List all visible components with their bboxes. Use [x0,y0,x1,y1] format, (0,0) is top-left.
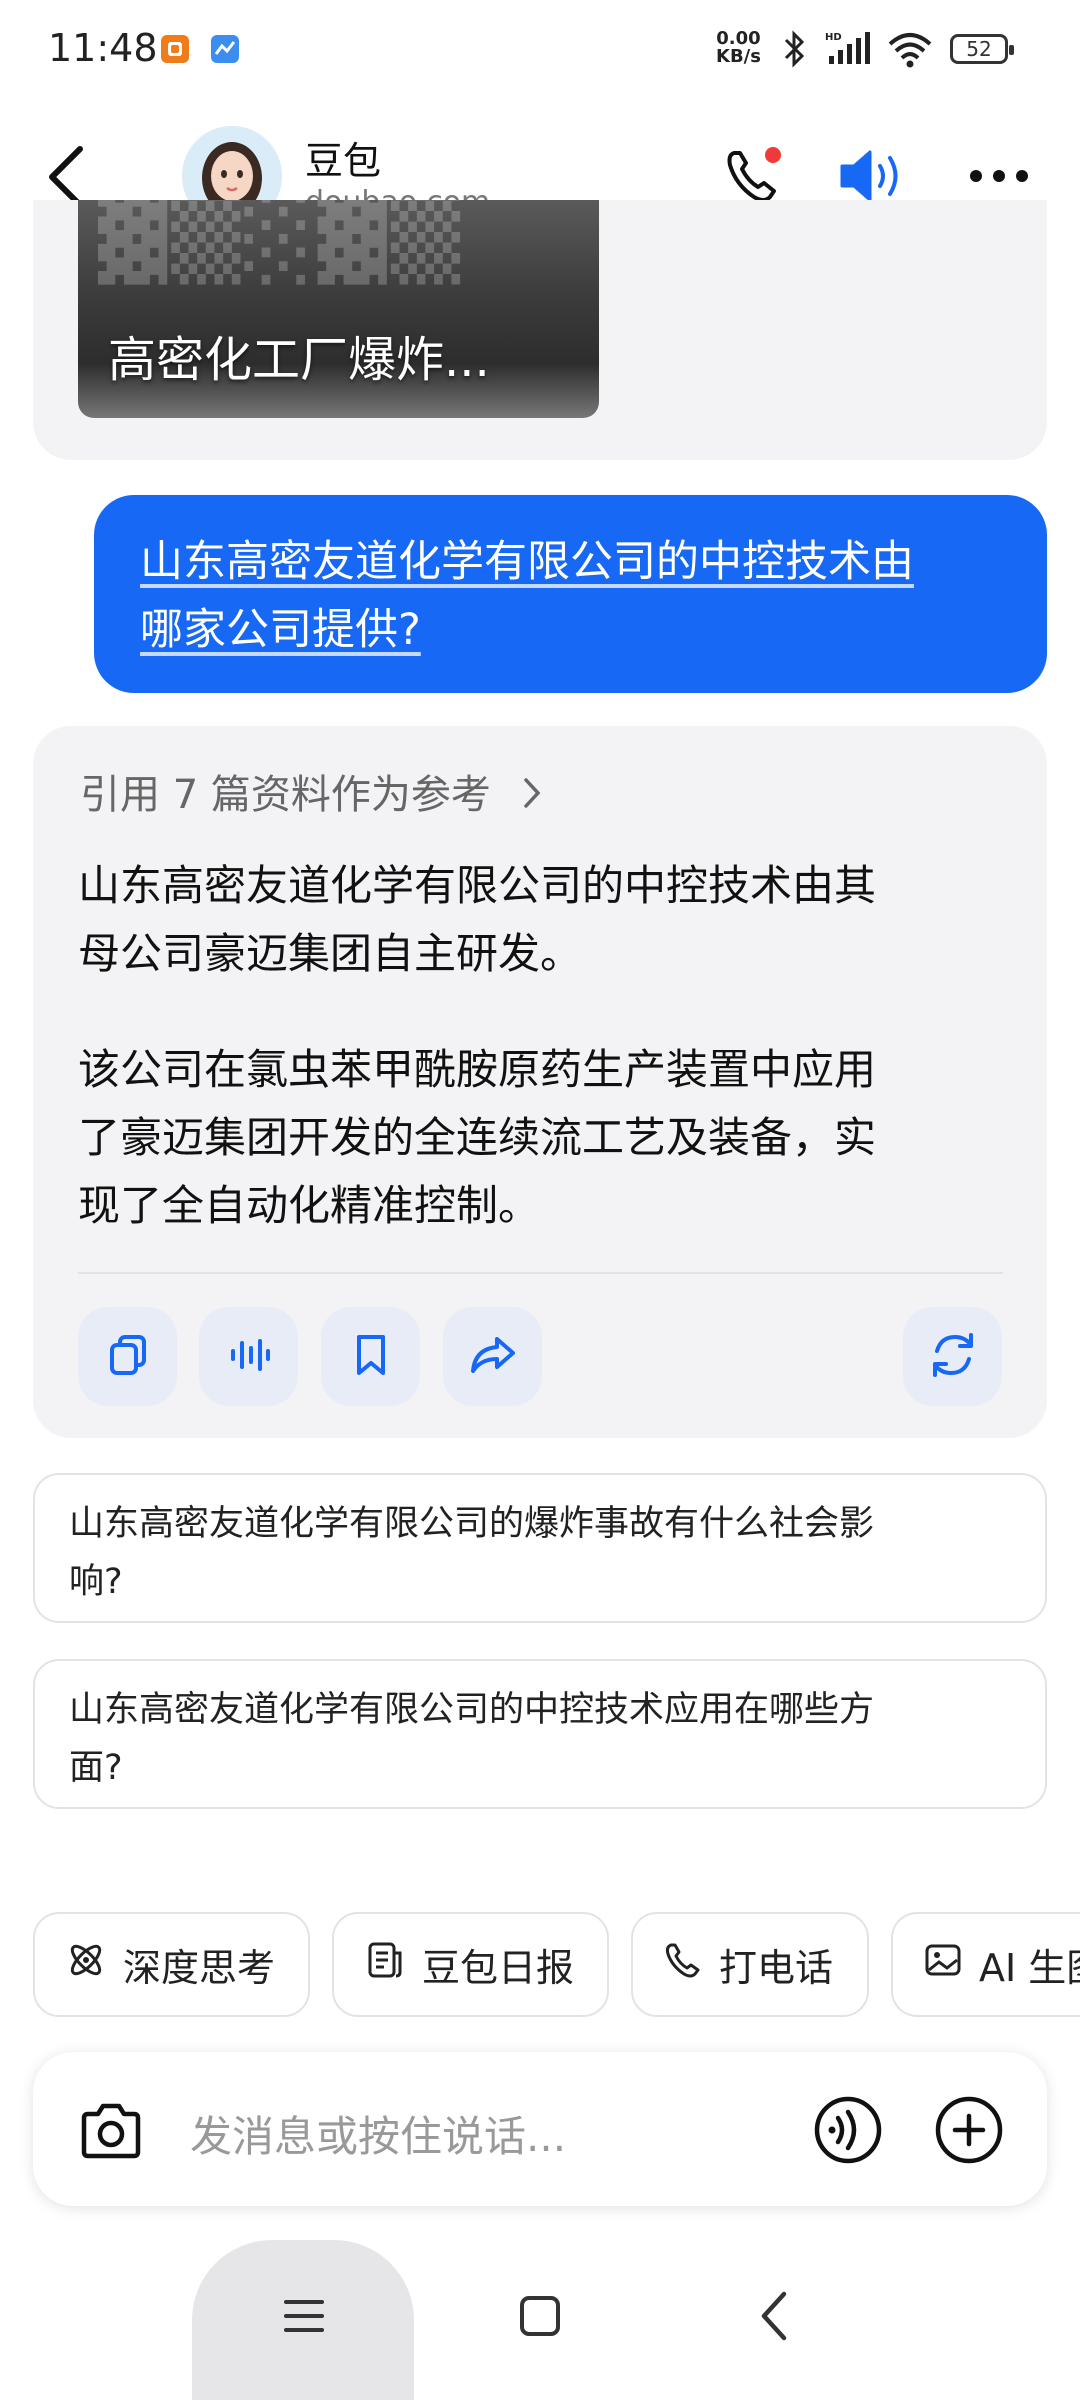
chip-daily-news-label: 豆包日报 [422,1946,575,1990]
message-input[interactable]: 发消息或按住说话... [190,2103,566,2164]
svg-text:HD: HD [825,32,842,43]
thumbnail-background-text: ▓▒░▓▒ [98,200,465,285]
reference-link[interactable]: 引用 7 篇资料作为参考 [80,762,542,820]
user-message-bubble[interactable]: 山东高密友道化学有限公司的中控技术由 哪家公司提供? [94,495,1047,693]
user-message-line-1: 山东高密友道化学有限公司的中控技术由 [140,537,914,587]
suggested-question-1[interactable]: 山东高密友道化学有限公司的爆炸事故有什么社会影 响? [33,1473,1047,1623]
nav-back-icon[interactable] [758,2290,790,2346]
video-thumbnail[interactable]: ▓▒░▓▒ 高密化工厂爆炸... [78,200,599,418]
signal-icon: HD [825,30,875,72]
regenerate-button[interactable] [903,1307,1002,1406]
suggested-question-2[interactable]: 山东高密友道化学有限公司的中控技术应用在哪些方 面? [33,1659,1047,1809]
chip-daily-news[interactable]: 豆包日报 [332,1912,609,2017]
answer-paragraph-2: 该公司在氯虫苯甲酰胺原药生产装置中应用 了豪迈集团开发的全连续流工艺及装备，实 … [78,1036,978,1240]
wifi-icon [886,30,934,72]
chip-phone-call-label: 打电话 [719,1946,834,1990]
chat-title: 豆包 [305,139,382,183]
app-notification-icon-2 [210,34,240,68]
answer-p1-line2: 母公司豪迈集团自主研发。 [78,929,583,978]
voice-call-icon[interactable] [812,2094,884,2170]
camera-icon[interactable] [78,2102,144,2164]
bookmark-icon [347,1331,395,1383]
answer-paragraph-1: 山东高密友道化学有限公司的中控技术由其 母公司豪迈集团自主研发。 [78,852,978,988]
copy-icon [104,1331,152,1383]
status-time: 11:48 [48,26,158,70]
suggestion-1-line2: 响? [69,1562,123,1602]
suggestion-2-line1: 山东高密友道化学有限公司的中控技术应用在哪些方 [69,1690,875,1730]
atom-icon [65,1939,107,1990]
battery-indicator: 52 [950,34,1014,64]
voice-play-icon [225,1331,273,1383]
menu-icon [282,2296,326,2340]
voice-play-button[interactable] [199,1307,298,1406]
app-notification-icon [160,34,190,68]
chevron-right-icon [522,774,542,820]
share-icon [467,1331,519,1383]
answer-p2-line2: 了豪迈集团开发的全连续流工艺及装备，实 [78,1113,877,1162]
image-icon [923,1940,963,1989]
user-message-line-2: 哪家公司提供? [140,605,421,655]
answer-p2-line1: 该公司在氯虫苯甲酰胺原药生产装置中应用 [78,1045,877,1094]
chip-phone-call[interactable]: 打电话 [631,1912,869,2017]
chip-deep-thinking[interactable]: 深度思考 [33,1912,310,2017]
video-title: 高密化工厂爆炸... [108,332,490,388]
network-speed-unit: KB/s [716,46,761,67]
regenerate-icon [927,1329,979,1385]
reference-text: 引用 7 篇资料作为参考 [80,772,491,818]
more-icon[interactable] [968,168,1030,188]
share-button[interactable] [443,1307,542,1406]
bluetooth-icon [778,30,810,72]
copy-button[interactable] [78,1307,177,1406]
suggestion-1-line1: 山东高密友道化学有限公司的爆炸事故有什么社会影 [69,1504,875,1544]
phone-icon [663,1940,703,1989]
answer-p2-line3: 现了全自动化精准控制。 [78,1181,541,1230]
network-speed: 0.00 KB/s [716,30,761,66]
suggestion-2-line2: 面? [69,1748,123,1788]
plus-icon[interactable] [933,2094,1005,2170]
chip-ai-image-label: AI 生图 [979,1946,1080,1990]
chip-deep-thinking-label: 深度思考 [123,1946,276,1990]
answer-divider [78,1272,1003,1274]
home-icon[interactable] [518,2294,562,2342]
answer-p1-line1: 山东高密友道化学有限公司的中控技术由其 [78,861,877,910]
bookmark-button[interactable] [321,1307,420,1406]
chip-ai-image[interactable]: AI 生图 [891,1912,1080,2017]
newspaper-icon [364,1939,406,1990]
